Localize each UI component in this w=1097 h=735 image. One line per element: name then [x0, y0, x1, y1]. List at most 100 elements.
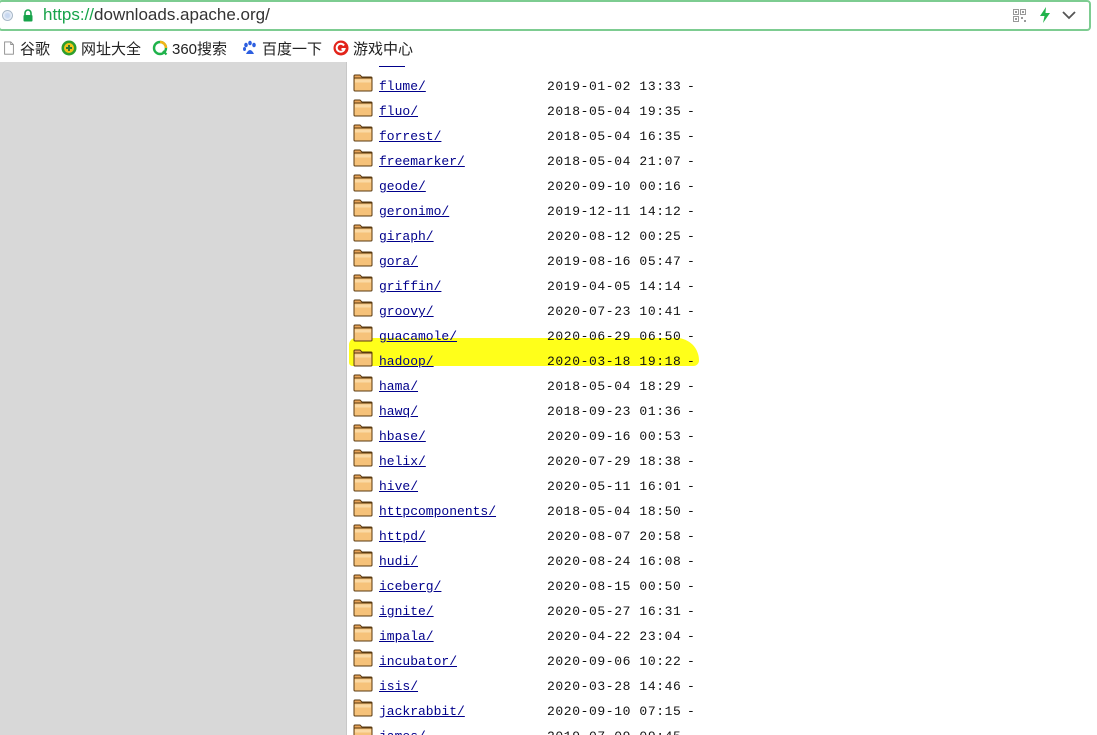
last-modified-date: 2020-06-29 06:50	[547, 329, 682, 344]
directory-link[interactable]: httpcomponents/	[379, 504, 496, 519]
directory-link[interactable]: hudi/	[379, 554, 418, 569]
last-modified-date: 2020-05-27 16:31	[547, 604, 682, 619]
directory-link[interactable]: forrest/	[379, 129, 441, 144]
list-item: james/2019-07-09 09:45-	[347, 724, 1097, 735]
directory-link[interactable]: flume/	[379, 79, 426, 94]
bookmark-item[interactable]: 网址大全	[61, 38, 141, 58]
site-info-icon[interactable]	[2, 10, 13, 21]
last-modified-date: 2018-05-04 16:35	[547, 129, 682, 144]
directory-link[interactable]: giraph/	[379, 229, 434, 244]
360-search-icon	[152, 40, 168, 56]
last-modified-date: 2020-04-22 23:04	[547, 629, 682, 644]
directory-link[interactable]: geronimo/	[379, 204, 449, 219]
list-item: hadoop/2020-03-18 19:18-	[347, 349, 1097, 375]
list-item: freemarker/2018-05-04 21:07-	[347, 149, 1097, 175]
list-item: jackrabbit/2020-09-10 07:15-	[347, 699, 1097, 725]
directory-link[interactable]: ignite/	[379, 604, 434, 619]
directory-link[interactable]: httpd/	[379, 529, 426, 544]
lightning-icon[interactable]	[1039, 7, 1051, 23]
folder-icon	[353, 699, 373, 717]
file-size: -	[687, 504, 695, 519]
baidu-paw-icon	[243, 40, 256, 54]
file-size: -	[687, 604, 695, 619]
directory-link[interactable]: geode/	[379, 179, 426, 194]
folder-icon	[353, 499, 373, 517]
file-size: -	[687, 329, 695, 344]
directory-link[interactable]: hama/	[379, 379, 418, 394]
directory-link[interactable]: impala/	[379, 629, 434, 644]
last-modified-date: 2020-03-18 19:18	[547, 354, 682, 369]
address-bar[interactable]: https://downloads.apache.org/	[0, 0, 1091, 31]
directory-link[interactable]: iceberg/	[379, 579, 441, 594]
last-modified-date: 2019-04-05 14:14	[547, 279, 682, 294]
folder-icon	[353, 549, 373, 567]
directory-link[interactable]: isis/	[379, 679, 418, 694]
bookmark-item[interactable]: 百度一下	[242, 38, 322, 58]
list-item: hawq/2018-09-23 01:36-	[347, 399, 1097, 425]
directory-link[interactable]: hadoop/	[379, 354, 434, 369]
hao123-icon	[61, 40, 77, 56]
last-modified-date: 2020-05-11 16:01	[547, 479, 682, 494]
directory-link[interactable]: hawq/	[379, 404, 418, 419]
directory-link[interactable]: james/	[379, 729, 426, 735]
folder-icon	[353, 649, 373, 667]
file-size: -	[687, 529, 695, 544]
directory-listing: ⎯⎯⎯⎯ flume/2019-01-02 13:33 - fluo/2018-05…	[347, 62, 1097, 735]
folder-icon	[353, 249, 373, 267]
directory-link[interactable]: griffin/	[379, 279, 441, 294]
directory-link[interactable]: incubator/	[379, 654, 457, 669]
directory-link[interactable]: groovy/	[379, 304, 434, 319]
folder-icon	[353, 149, 373, 167]
folder-icon	[353, 374, 373, 392]
last-modified-date: 2020-03-28 14:46	[547, 679, 682, 694]
directory-link[interactable]: helix/	[379, 454, 426, 469]
directory-link[interactable]: freemarker/	[379, 154, 465, 169]
folder-icon	[353, 474, 373, 492]
bookmark-item[interactable]: 谷歌	[2, 38, 50, 58]
directory-link[interactable]: fluo/	[379, 104, 418, 119]
folder-icon	[353, 349, 373, 367]
qr-code-icon[interactable]	[1013, 9, 1026, 22]
directory-link[interactable]: guacamole/	[379, 329, 457, 344]
folder-icon	[353, 599, 373, 617]
folder-icon	[353, 449, 373, 467]
folder-icon	[353, 124, 373, 142]
chevron-down-icon[interactable]	[1062, 10, 1076, 20]
file-size: -	[687, 379, 695, 394]
lock-icon[interactable]	[23, 9, 33, 22]
folder-icon	[353, 199, 373, 217]
file-size: -	[687, 479, 695, 494]
item-link-cut[interactable]: ⎯⎯⎯⎯	[379, 62, 405, 69]
directory-link[interactable]: hbase/	[379, 429, 426, 444]
last-modified-date: 2020-09-16 00:53	[547, 429, 682, 444]
directory-link[interactable]: jackrabbit/	[379, 704, 465, 719]
list-item: hbase/2020-09-16 00:53-	[347, 424, 1097, 450]
url-text[interactable]: https://downloads.apache.org/	[43, 5, 270, 25]
url-scheme: https://	[43, 5, 95, 24]
last-modified-date: 2020-07-29 18:38	[547, 454, 682, 469]
last-modified-date: 2019-12-11 14:12	[547, 204, 682, 219]
address-bar-area: https://downloads.apache.org/	[0, 0, 1097, 36]
file-size: -	[687, 654, 695, 669]
file-size: -	[687, 579, 695, 594]
bookmark-label: 360搜索	[172, 40, 228, 58]
last-modified-date: 2019-01-02 13:33	[547, 79, 682, 94]
list-item: forrest/2018-05-04 16:35-	[347, 124, 1097, 150]
bookmark-item[interactable]: 360搜索	[152, 38, 227, 58]
list-item: gora/2019-08-16 05:47-	[347, 249, 1097, 275]
bookmark-label: 百度一下	[262, 40, 323, 58]
bookmark-label: 游戏中心	[353, 40, 414, 58]
list-item: giraph/2020-08-12 00:25-	[347, 224, 1097, 250]
file-size: -	[687, 279, 695, 294]
bookmark-item[interactable]: 游戏中心	[333, 38, 413, 58]
last-modified-date: 2018-05-04 18:50	[547, 504, 682, 519]
list-item: httpd/2020-08-07 20:58-	[347, 524, 1097, 550]
directory-link[interactable]: gora/	[379, 254, 418, 269]
folder-icon	[353, 299, 373, 317]
file-size: -	[687, 229, 695, 244]
last-modified-date: 2019-07-09 09:45	[547, 729, 681, 735]
folder-icon	[353, 399, 373, 417]
folder-icon	[353, 99, 373, 117]
directory-link[interactable]: hive/	[379, 479, 418, 494]
last-modified-date: 2020-09-10 00:16	[547, 179, 682, 194]
